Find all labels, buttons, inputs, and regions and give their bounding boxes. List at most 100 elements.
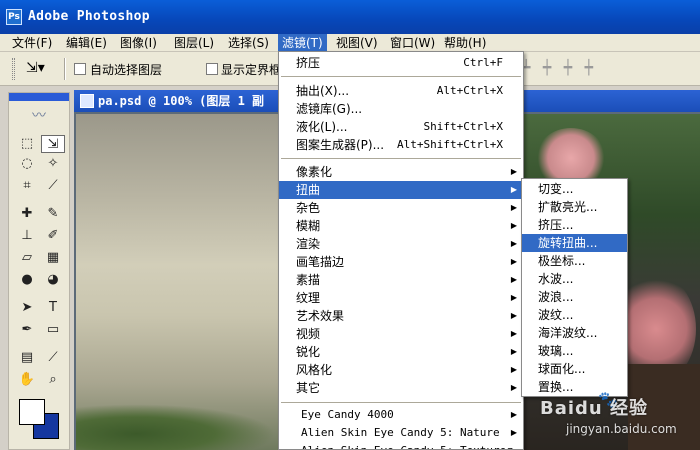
menu-item-distort[interactable]: 扭曲 ▶ <box>279 181 523 199</box>
zoom-tool-icon[interactable]: ⌕ <box>41 371 65 389</box>
menu-edit[interactable]: 编辑(E) <box>62 34 111 52</box>
lasso-tool-icon[interactable]: ◌ <box>15 155 39 173</box>
menu-item-render[interactable]: 渲染 ▶ <box>279 235 523 253</box>
menu-filter[interactable]: 滤镜(T) <box>278 34 327 52</box>
watermark-brand: Baidu 经验 <box>540 398 649 419</box>
clone-stamp-tool-icon[interactable]: ⊥ <box>15 227 39 245</box>
show-bounding-box-label: 显示定界框 <box>221 63 282 77</box>
submenu-item-diffuse-glow[interactable]: 扩散亮光... <box>522 198 627 216</box>
submenu-item-label: 海洋波纹... <box>538 326 598 340</box>
menu-item-eye-candy-5-nature[interactable]: Alien Skin Eye Candy 5: Nature ▶ <box>279 424 523 442</box>
healing-brush-tool-icon[interactable]: ✚ <box>15 205 39 223</box>
marquee-tool-icon[interactable]: ⬚ <box>15 135 39 153</box>
menu-separator <box>281 402 521 403</box>
menu-item-liquify[interactable]: 液化(L)... Shift+Ctrl+X <box>279 118 523 136</box>
menu-bar: 文件(F) 编辑(E) 图像(I) 图层(L) 选择(S) 滤镜(T) 视图(V… <box>0 34 700 52</box>
magic-wand-tool-icon[interactable]: ✧ <box>41 155 65 173</box>
submenu-item-glass[interactable]: 玻璃... <box>522 342 627 360</box>
eyedropper-tool-icon[interactable]: ⟋ <box>41 349 65 367</box>
submenu-arrow-icon: ▶ <box>510 203 517 212</box>
document-title: pa.psd @ 100% (图层 1 副 <box>98 94 265 108</box>
toolbox: 〰 ⬚ ⇲ ◌ ✧ ⌗ ⟋ ✚ ✎ ⊥ ✐ ▱ ▦ ● ◕ ➤ T ✒ ▭ ▤ … <box>8 92 70 450</box>
menu-item-other[interactable]: 其它 ▶ <box>279 379 523 397</box>
submenu-arrow-icon: ▶ <box>510 365 517 374</box>
menu-select[interactable]: 选择(S) <box>224 34 273 52</box>
blur-tool-icon[interactable]: ● <box>15 271 39 289</box>
submenu-item-label: 水波... <box>538 272 574 286</box>
menu-file[interactable]: 文件(F) <box>8 34 56 52</box>
menu-item-filter-gallery[interactable]: 滤镜库(G)... <box>279 100 523 118</box>
menu-item-blur[interactable]: 模糊 ▶ <box>279 217 523 235</box>
submenu-item-spherize[interactable]: 球面化... <box>522 360 627 378</box>
menu-item-last-filter[interactable]: 挤压 Ctrl+F <box>279 54 523 72</box>
move-tool-icon[interactable]: ⇲ <box>41 135 65 153</box>
submenu-arrow-icon: ▶ <box>510 221 517 230</box>
watermark-url: jingyan.baidu.com <box>566 422 677 436</box>
submenu-item-polar-coordinates[interactable]: 极坐标... <box>522 252 627 270</box>
menu-view[interactable]: 视图(V) <box>332 34 382 52</box>
submenu-arrow-icon: ▶ <box>510 275 517 284</box>
submenu-item-wave[interactable]: 波浪... <box>522 288 627 306</box>
menu-separator <box>281 76 521 77</box>
auto-select-layer-label: 自动选择图层 <box>90 63 163 77</box>
notes-tool-icon[interactable]: ▤ <box>15 349 39 367</box>
filter-menu: 挤压 Ctrl+F 抽出(X)... Alt+Ctrl+X 滤镜库(G)... … <box>278 51 524 450</box>
menu-item-sketch[interactable]: 素描 ▶ <box>279 271 523 289</box>
path-selection-tool-icon[interactable]: ➤ <box>15 299 39 317</box>
menu-item-noise[interactable]: 杂色 ▶ <box>279 199 523 217</box>
foreground-color-swatch[interactable] <box>19 399 45 425</box>
menu-item-eye-candy-5-textures[interactable]: Alien Skin Eye Candy 5: Textures ▶ <box>279 442 523 449</box>
menu-item-artistic[interactable]: 艺术效果 ▶ <box>279 307 523 325</box>
submenu-arrow-icon: ▶ <box>510 311 517 320</box>
menu-help[interactable]: 帮助(H) <box>440 34 490 52</box>
submenu-arrow-icon: ▶ <box>510 293 517 302</box>
brush-tool-icon[interactable]: ✎ <box>41 205 65 223</box>
menu-item-label: 挤压 <box>296 56 321 70</box>
menu-item-extract[interactable]: 抽出(X)... Alt+Ctrl+X <box>279 82 523 100</box>
menu-layer[interactable]: 图层(L) <box>170 34 218 52</box>
align-distribute-icons[interactable]: ┷ ┿ ┿ ┿ <box>522 60 595 76</box>
eraser-tool-icon[interactable]: ▱ <box>15 249 39 267</box>
menu-item-label: 素描 <box>296 273 321 287</box>
document-icon <box>80 94 94 108</box>
window-title: Adobe Photoshop <box>28 9 150 24</box>
menu-item-stylize[interactable]: 风格化 ▶ <box>279 361 523 379</box>
submenu-arrow-icon: ▶ <box>511 442 517 449</box>
shape-tool-icon[interactable]: ▭ <box>41 321 65 339</box>
history-brush-tool-icon[interactable]: ✐ <box>41 227 65 245</box>
submenu-item-ocean-ripple[interactable]: 海洋波纹... <box>522 324 627 342</box>
submenu-item-pinch[interactable]: 挤压... <box>522 216 627 234</box>
slice-tool-icon[interactable]: ⟋ <box>41 177 65 195</box>
submenu-item-zigzag[interactable]: 水波... <box>522 270 627 288</box>
menu-item-label: 纹理 <box>296 291 321 305</box>
menu-item-sharpen[interactable]: 锐化 ▶ <box>279 343 523 361</box>
menu-window[interactable]: 窗口(W) <box>386 34 439 52</box>
crop-tool-icon[interactable]: ⌗ <box>15 177 39 195</box>
options-bar-grip[interactable] <box>12 58 15 80</box>
toolbox-header[interactable] <box>9 93 69 101</box>
menu-item-shortcut: Alt+Shift+Ctrl+X <box>397 138 503 151</box>
menu-item-shortcut: Alt+Ctrl+X <box>436 84 503 97</box>
submenu-arrow-icon: ▶ <box>510 185 517 194</box>
dodge-tool-icon[interactable]: ◕ <box>41 271 65 289</box>
show-bounding-box-checkbox[interactable] <box>206 63 218 75</box>
auto-select-layer-checkbox[interactable] <box>74 63 86 75</box>
menu-separator <box>281 158 521 159</box>
hand-tool-icon[interactable]: ✋ <box>15 371 39 389</box>
gradient-tool-icon[interactable]: ▦ <box>41 249 65 267</box>
submenu-item-twirl[interactable]: 旋转扭曲... <box>522 234 627 252</box>
menu-item-eye-candy-4000[interactable]: Eye Candy 4000 ▶ <box>279 406 523 424</box>
menu-image[interactable]: 图像(I) <box>116 34 161 52</box>
submenu-item-ripple[interactable]: 波纹... <box>522 306 627 324</box>
feather-logo-icon: 〰 <box>32 108 46 124</box>
menu-item-pixelate[interactable]: 像素化 ▶ <box>279 163 523 181</box>
submenu-arrow-icon: ▶ <box>510 383 517 392</box>
submenu-item-shear[interactable]: 切变... <box>522 180 627 198</box>
pen-tool-icon[interactable]: ✒ <box>15 321 39 339</box>
menu-item-texture[interactable]: 纹理 ▶ <box>279 289 523 307</box>
move-tool-preset-icon[interactable]: ⇲▾ <box>26 60 54 78</box>
menu-item-brush-strokes[interactable]: 画笔描边 ▶ <box>279 253 523 271</box>
menu-item-video[interactable]: 视频 ▶ <box>279 325 523 343</box>
type-tool-icon[interactable]: T <box>41 299 65 317</box>
menu-item-pattern-maker[interactable]: 图案生成器(P)... Alt+Shift+Ctrl+X <box>279 136 523 154</box>
